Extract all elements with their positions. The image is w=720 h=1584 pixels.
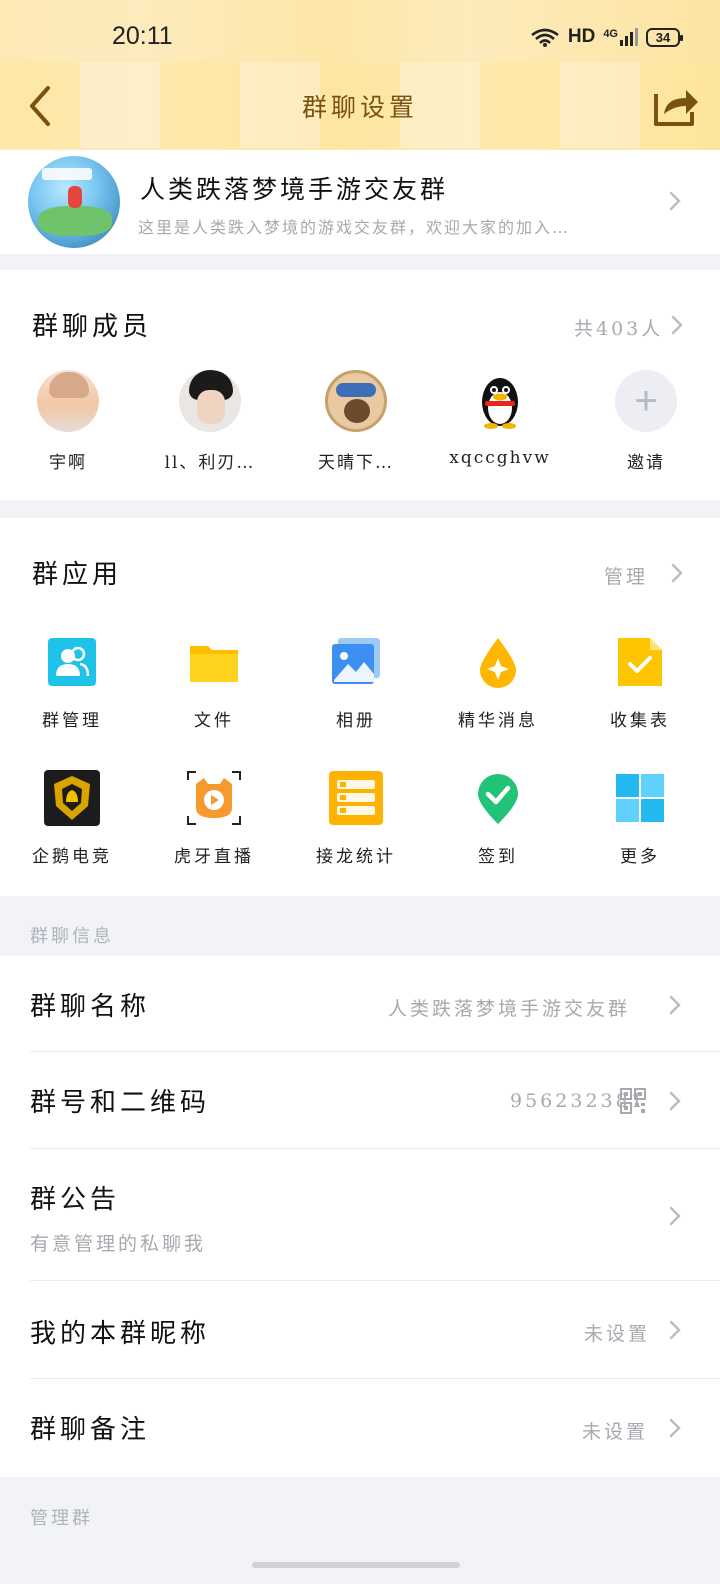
app-label: 签到: [478, 847, 518, 867]
battery-level: 34: [655, 29, 671, 45]
manage-section-title: 管理群: [30, 1508, 93, 1529]
apps-manage-link[interactable]: 管理: [604, 562, 648, 589]
esports-icon: [44, 770, 100, 826]
battery-icon: 34: [646, 27, 683, 47]
more-apps-icon: [614, 772, 666, 824]
announcement-text: 有意管理的私聊我: [30, 1233, 207, 1255]
invite-button[interactable]: + 邀请: [586, 370, 706, 473]
my-nickname-row[interactable]: 我的本群昵称 未设置: [0, 1281, 720, 1379]
group-name-row[interactable]: 群聊名称 人类跌落梦境手游交友群: [0, 956, 720, 1052]
my-nickname-value: 未设置: [584, 1323, 651, 1345]
member-item[interactable]: 宇啊: [8, 370, 128, 473]
chevron-right-icon: [668, 1090, 682, 1112]
group-name-value: 人类跌落梦境手游交友群: [388, 998, 631, 1020]
app-label: 相册: [336, 711, 376, 731]
network-type: 4G: [603, 28, 618, 40]
app-label: 文件: [194, 711, 234, 731]
group-name-label: 群聊名称: [30, 992, 151, 1022]
apps-title: 群应用: [32, 560, 123, 590]
home-indicator[interactable]: [252, 1562, 460, 1568]
app-solitaire[interactable]: 接龙统计: [296, 771, 416, 867]
member-item[interactable]: 天晴下…: [296, 370, 416, 473]
qr-code-icon: [620, 1088, 646, 1114]
huya-icon: [187, 771, 241, 825]
group-remark-label: 群聊备注: [30, 1415, 151, 1445]
chevron-right-icon: [668, 994, 682, 1016]
share-button[interactable]: [652, 84, 700, 128]
group-remark-row[interactable]: 群聊备注 未设置: [0, 1379, 720, 1477]
members-section: 群聊成员 共403人 宇啊 ll、利刃… 天晴下… xqccghvw + 邀请: [0, 270, 720, 500]
app-label: 群管理: [42, 711, 102, 731]
wifi-icon: [531, 28, 559, 47]
app-label: 更多: [620, 847, 660, 867]
signal-icon: [620, 28, 638, 46]
announcement-row[interactable]: 群公告 有意管理的私聊我: [0, 1149, 720, 1281]
app-form[interactable]: 收集表: [580, 636, 700, 731]
form-icon: [614, 636, 666, 688]
penguin-avatar-icon: [469, 370, 531, 432]
chevron-right-icon: [668, 1205, 682, 1227]
checkin-icon: [472, 772, 524, 824]
app-label: 企鹅电竞: [32, 847, 112, 867]
solitaire-icon: [329, 771, 383, 825]
chevron-right-icon: [668, 190, 682, 212]
group-profile-card[interactable]: 人类跌落梦境手游交友群 这里是人类跌入梦境的游戏交友群，欢迎大家的加入…: [0, 150, 720, 254]
group-remark-value: 未设置: [582, 1421, 649, 1443]
status-icons: HD 4G 34: [530, 26, 683, 48]
info-section-title: 群聊信息: [30, 926, 114, 947]
announcement-label: 群公告: [30, 1185, 121, 1215]
member-name: 宇啊: [49, 453, 87, 473]
app-huya[interactable]: 虎牙直播: [154, 771, 274, 867]
plus-icon: +: [615, 370, 677, 432]
group-avatar: [28, 156, 120, 248]
my-nickname-label: 我的本群昵称: [30, 1319, 211, 1349]
app-label: 收集表: [610, 711, 670, 731]
app-label: 虎牙直播: [174, 847, 254, 867]
members-title: 群聊成员: [32, 312, 153, 342]
member-item[interactable]: xqccghvw: [440, 370, 560, 468]
group-number-label: 群号和二维码: [30, 1088, 211, 1118]
app-more[interactable]: 更多: [580, 772, 700, 867]
app-esports[interactable]: 企鹅电竞: [12, 770, 132, 867]
member-avatar: [325, 370, 387, 432]
app-album[interactable]: 相册: [296, 636, 416, 731]
app-label: 精华消息: [458, 711, 538, 731]
members-count[interactable]: 共403人: [574, 314, 663, 341]
group-description: 这里是人类跌入梦境的游戏交友群，欢迎大家的加入…: [138, 218, 571, 237]
album-icon: [330, 636, 382, 688]
chevron-right-icon: [668, 1319, 682, 1341]
app-label: 接龙统计: [316, 847, 396, 867]
chevron-right-icon: [668, 1417, 682, 1439]
app-checkin[interactable]: 签到: [438, 772, 558, 867]
member-item[interactable]: ll、利刃…: [150, 370, 270, 473]
member-avatar: [37, 370, 99, 432]
app-essence[interactable]: 精华消息: [438, 636, 558, 731]
member-name: ll、利刃…: [164, 453, 256, 473]
member-avatar: [179, 370, 241, 432]
app-files[interactable]: 文件: [154, 636, 274, 731]
header-bar: 20:11 HD 4G 34 群聊设置: [0, 0, 720, 150]
hd-indicator: HD: [567, 26, 596, 47]
invite-label: 邀请: [627, 453, 665, 473]
folder-icon: [188, 636, 240, 688]
group-number-row[interactable]: 群号和二维码 956232381: [0, 1052, 720, 1149]
app-group-manage[interactable]: 群管理: [12, 636, 132, 731]
essence-icon: [472, 636, 524, 688]
share-icon: [654, 90, 698, 126]
chevron-right-icon: [670, 314, 684, 336]
chevron-right-icon: [670, 562, 684, 584]
status-bar: 20:11 HD 4G 34: [0, 0, 720, 62]
group-apps-section: 群应用 管理 群管理 文件 相册 精华消息 收集表 企鹅电竞 虎牙直播 接龙统计…: [0, 518, 720, 896]
page-title: 群聊设置: [301, 93, 418, 122]
group-name: 人类跌落梦境手游交友群: [140, 175, 449, 204]
group-manage-icon: [46, 636, 98, 688]
member-name: xqccghvw: [449, 448, 551, 468]
member-name: 天晴下…: [318, 453, 394, 473]
status-time: 20:11: [112, 22, 173, 50]
